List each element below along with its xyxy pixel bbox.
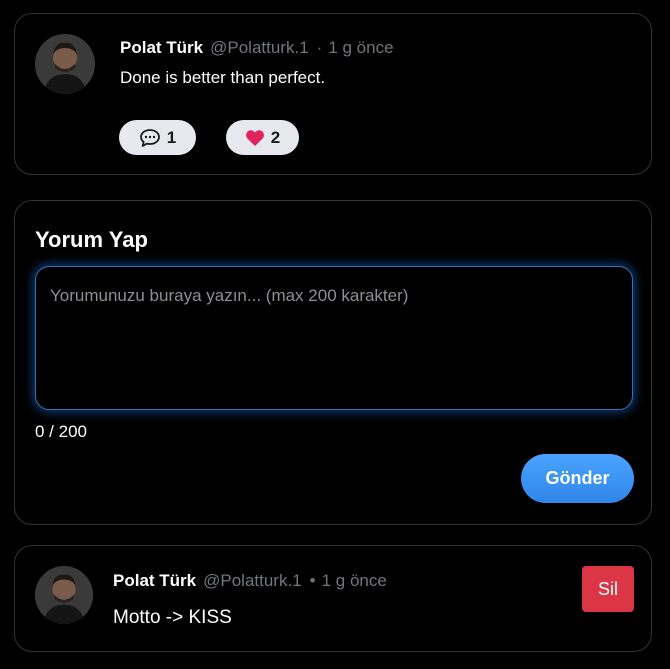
comment-item: Polat Türk @Polatturk.1 • 1 g önce Motto ->…: [14, 545, 652, 652]
comment-text: Motto -> KISS: [113, 607, 232, 628]
comment-meta: Polat Türk @Polatturk.1 • 1 g önce: [113, 571, 387, 591]
comment-author-name[interactable]: Polat Türk: [113, 571, 196, 590]
submit-comment-button[interactable]: Gönder: [521, 454, 634, 503]
author-name[interactable]: Polat Türk: [120, 38, 203, 57]
like-button[interactable]: 2: [226, 120, 299, 155]
comment-form-title: Yorum Yap: [35, 227, 148, 252]
comment-bubble-icon: [139, 128, 161, 148]
comment-form-card: Yorum Yap 0 / 200 Gönder: [14, 200, 652, 525]
heart-icon: [245, 129, 265, 147]
delete-comment-button[interactable]: Sil: [582, 566, 634, 612]
comment-author-handle[interactable]: @Polatturk.1: [203, 571, 302, 590]
comment-button[interactable]: 1: [119, 120, 196, 155]
author-avatar[interactable]: [35, 34, 95, 94]
post-time: 1 g önce: [328, 38, 394, 57]
comment-time: 1 g önce: [321, 571, 387, 590]
comment-count: 1: [166, 127, 177, 147]
like-count: 2: [270, 127, 281, 147]
meta-separator: ·: [316, 38, 323, 57]
post-card: Polat Türk @Polatturk.1 · 1 g önce Done is …: [14, 13, 652, 175]
comment-author-avatar[interactable]: [35, 566, 93, 624]
author-handle[interactable]: @Polatturk.1: [210, 38, 309, 57]
post-meta: Polat Türk @Polatturk.1 · 1 g önce: [120, 38, 394, 58]
post-text: Done is better than perfect.: [120, 68, 326, 87]
character-counter: 0 / 200: [35, 422, 87, 441]
comment-textarea[interactable]: [36, 267, 632, 409]
comment-meta-separator: •: [309, 571, 316, 590]
comment-textarea-wrapper: [35, 266, 633, 410]
